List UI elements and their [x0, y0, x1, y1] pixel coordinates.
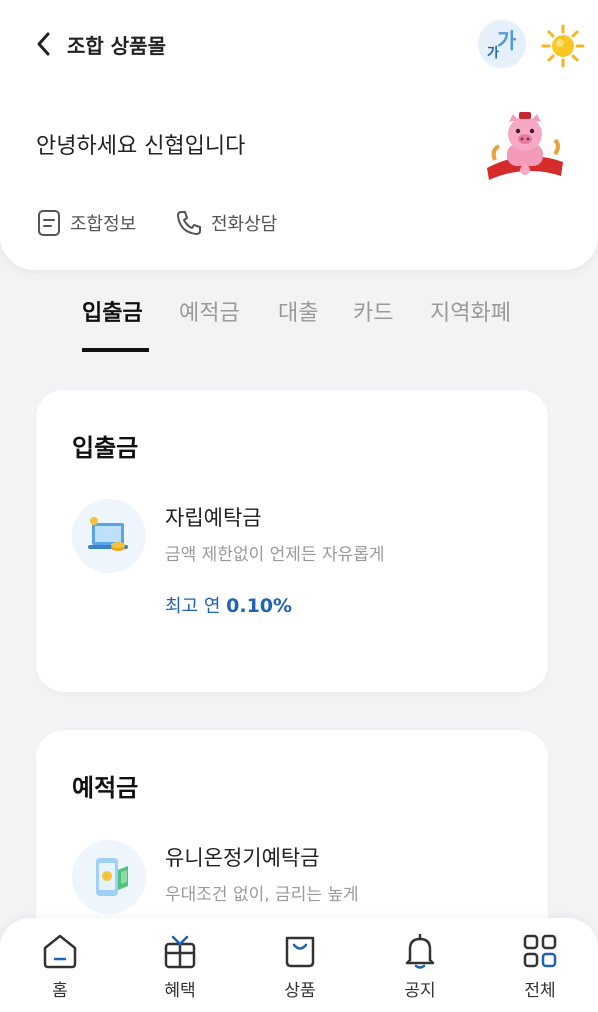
- product-name[interactable]: 유니온정기예탁금: [165, 842, 320, 872]
- gift-icon: [164, 935, 196, 969]
- rate-value: 0.10%: [226, 595, 293, 617]
- back-button[interactable]: [28, 26, 60, 62]
- union-info-label: 조합정보: [70, 214, 137, 235]
- product-name[interactable]: 자립예탁금: [165, 502, 262, 532]
- interest-rate: 최고 연 0.10%: [165, 592, 292, 618]
- page-title: 조합 상품몰: [67, 34, 166, 58]
- phone-money-icon: [96, 858, 128, 896]
- rate-prefix: 최고 연: [165, 596, 227, 617]
- nav-label-products: 상품: [284, 981, 316, 1001]
- chevron-left-icon: [37, 32, 50, 56]
- nav-label-all: 전체: [524, 981, 556, 1001]
- tab-local-currency[interactable]: 지역화폐: [430, 295, 511, 355]
- product-description: 금액 제한없이 언제든 자유롭게: [165, 545, 385, 565]
- header-card: 조합 상품몰 가 가 안녕하세요 신협입니다 조합정보 전화상담: [0, 0, 598, 270]
- bottom-navigation: 홈 혜택 상품 공지 전체: [0, 918, 598, 1012]
- phone-consult-label: 전화상담: [211, 214, 278, 235]
- product-category-tabs: 입출금 예적금 대출 카드 지역화폐: [0, 295, 598, 355]
- font-size-big-label: 가: [497, 29, 517, 53]
- nav-label-home: 홈: [52, 981, 68, 1001]
- union-info-link[interactable]: 조합정보: [36, 205, 136, 241]
- tab-savings[interactable]: 예적금: [179, 295, 240, 355]
- phone-consult-link[interactable]: 전화상담: [175, 205, 277, 241]
- section-card-deposit: 입출금 자립예탁금 금액 제한없이 언제든 자유롭게 최고 연 0.10%: [36, 390, 548, 692]
- nav-label-notice: 공지: [404, 981, 436, 1001]
- product-description: 우대조건 없이, 금리는 높게: [165, 885, 359, 905]
- nav-item-products[interactable]: 상품: [265, 932, 335, 1002]
- greeting-text: 안녕하세요 신협입니다: [36, 134, 246, 159]
- nav-item-all[interactable]: 전체: [505, 932, 575, 1002]
- section-title: 예적금: [72, 774, 139, 802]
- tab-deposit-withdrawal[interactable]: 입출금: [82, 295, 143, 355]
- nav-item-notice[interactable]: 공지: [385, 932, 455, 1002]
- bell-icon: [405, 933, 435, 969]
- font-size-button[interactable]: 가 가: [478, 20, 526, 68]
- grid-icon: [523, 934, 557, 968]
- product-icon-free-deposit: [72, 499, 146, 573]
- nav-label-benefits: 혜택: [164, 981, 196, 1001]
- app-bar: 조합 상품몰 가 가: [0, 0, 598, 88]
- product-icon-union-deposit: [72, 840, 146, 914]
- theme-toggle-button[interactable]: [541, 24, 585, 68]
- mascot-illustration: [485, 110, 565, 182]
- laptop-coin-icon: [88, 517, 128, 551]
- sun-icon: [541, 24, 585, 68]
- tab-loan[interactable]: 대출: [278, 295, 318, 355]
- tab-card[interactable]: 카드: [353, 295, 393, 355]
- document-icon: [38, 210, 60, 236]
- phone-icon: [177, 211, 201, 235]
- home-icon: [43, 934, 77, 969]
- nav-item-benefits[interactable]: 혜택: [145, 932, 215, 1002]
- section-title: 입출금: [72, 434, 139, 462]
- shopping-bag-icon: [285, 936, 315, 968]
- active-tab-indicator: [82, 348, 149, 352]
- nav-item-home[interactable]: 홈: [25, 932, 95, 1002]
